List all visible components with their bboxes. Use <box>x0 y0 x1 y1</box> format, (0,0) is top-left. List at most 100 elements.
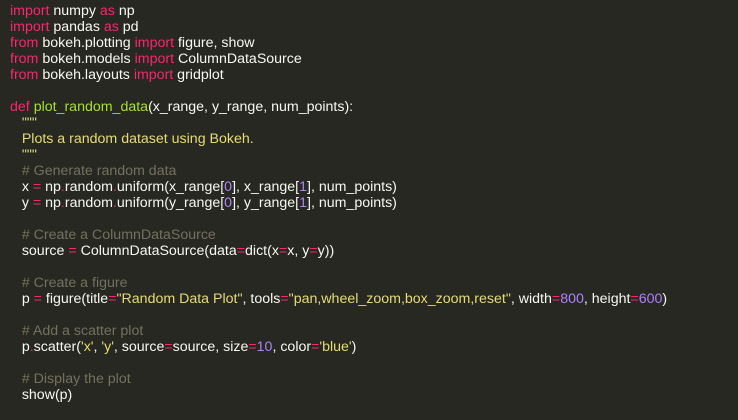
code-text: figure, show <box>174 35 255 51</box>
string-literal: "Random Data Plot" <box>116 291 243 307</box>
string-literal: """ <box>21 115 37 131</box>
string-literal: """ <box>21 147 37 163</box>
code-text: x <box>10 179 33 195</box>
keyword: import <box>133 67 174 83</box>
code-text: np <box>41 179 61 195</box>
keyword: = <box>630 291 639 307</box>
code-text: gridplot <box>173 67 224 83</box>
keyword: from <box>10 51 39 67</box>
string-literal: 'x' <box>80 339 94 355</box>
code-line[interactable]: import numpy as np <box>0 3 738 19</box>
string-literal: 'y' <box>101 339 114 355</box>
comment: # Add a scatter plot <box>21 323 144 339</box>
string-literal: Plots a random dataset using Bokeh. <box>21 131 254 147</box>
code-text: dict(x <box>245 243 279 259</box>
code-text: y <box>10 195 33 211</box>
keyword: = <box>32 179 42 195</box>
code-text: source <box>10 243 69 259</box>
code-line[interactable]: """ <box>0 115 738 131</box>
code-line[interactable] <box>0 307 738 323</box>
keyword: import <box>134 51 175 67</box>
code-text: (x_range, y_range, num_points): <box>148 99 354 115</box>
code-line[interactable]: source = ColumnDataSource(data=dict(x=x,… <box>0 243 738 259</box>
code-text: np <box>114 3 135 19</box>
code-text: figure(title <box>41 291 109 307</box>
code-line[interactable]: x = np.random.uniform(x_range[0], x_rang… <box>0 179 738 195</box>
code-text: ], num_points) <box>307 179 397 195</box>
code-line[interactable]: from bokeh.plotting import figure, show <box>0 35 738 51</box>
code-text: , height <box>583 291 631 307</box>
code-text: , source <box>113 339 165 355</box>
keyword: def <box>10 99 30 115</box>
code-text: ], num_points) <box>307 195 397 211</box>
code-text: x, y <box>287 243 310 259</box>
keyword: as <box>99 3 115 19</box>
keyword: = <box>551 291 561 307</box>
number-literal: 0 <box>224 195 233 211</box>
code-text: scatter( <box>33 339 81 355</box>
code-line[interactable] <box>0 83 738 99</box>
code-line[interactable]: show(p) <box>0 387 738 403</box>
code-text: uniform(x_range[ <box>116 179 225 195</box>
function-name: plot_random_data <box>33 99 149 115</box>
code-line[interactable]: """ <box>0 147 738 163</box>
code-line[interactable]: # Generate random data <box>0 163 738 179</box>
code-text: numpy <box>49 3 100 19</box>
code-text: p <box>10 291 34 307</box>
code-line[interactable]: from bokeh.layouts import gridplot <box>0 67 738 83</box>
code-line[interactable] <box>0 259 738 275</box>
code-text: np <box>41 195 61 211</box>
code-line[interactable]: y = np.random.uniform(y_range[0], y_rang… <box>0 195 738 211</box>
number-literal: 600 <box>638 291 663 307</box>
keyword: = <box>236 243 246 259</box>
code-line[interactable]: p = figure(title = "Random Data Plot", too… <box>0 291 738 307</box>
comment: # Create a figure <box>21 275 128 291</box>
comment: # Create a ColumnDataSource <box>21 227 216 243</box>
code-text: show(p) <box>10 387 73 403</box>
code-line[interactable]: import pandas as pd <box>0 19 738 35</box>
code-line[interactable]: from bokeh.models import ColumnDataSourc… <box>0 51 738 67</box>
code-text: , width <box>510 291 552 307</box>
code-text: source, size <box>172 339 249 355</box>
code-editor[interactable]: import numpy as np import pandas as pd fro… <box>0 0 738 420</box>
code-line[interactable] <box>0 355 738 371</box>
string-literal: 'blue' <box>319 339 352 355</box>
code-line[interactable]: # Create a ColumnDataSource <box>0 227 738 243</box>
code-text: ColumnDataSource <box>174 51 302 67</box>
code-line[interactable]: # Display the plot <box>0 371 738 387</box>
code-text: bokeh.plotting <box>38 35 135 51</box>
code-text: , tools <box>242 291 281 307</box>
number-literal: 800 <box>560 291 584 307</box>
code-line[interactable]: def plot_random_data(x_range, y_range, n… <box>0 99 738 115</box>
keyword: import <box>10 3 50 19</box>
code-text: pd <box>118 19 139 35</box>
keyword: = <box>280 291 289 307</box>
code-text: random <box>64 179 113 195</box>
code-text: ], x_range[ <box>232 179 300 195</box>
keyword: = <box>68 243 77 259</box>
code-line[interactable]: p.scatter('x', 'y', source=source, size=… <box>0 339 738 355</box>
code-line[interactable] <box>0 211 738 227</box>
code-line[interactable]: # Add a scatter plot <box>0 323 738 339</box>
keyword: from <box>10 35 39 51</box>
number-literal: 1 <box>299 179 307 195</box>
keyword: from <box>10 67 39 83</box>
keyword: = <box>164 339 173 355</box>
code-text: , color <box>272 339 312 355</box>
keyword: as <box>103 19 119 35</box>
code-line[interactable]: # Create a figure <box>0 275 738 291</box>
comment: # Generate random data <box>21 163 177 179</box>
code-text: ], y_range[ <box>232 195 300 211</box>
number-literal: 10 <box>256 339 273 355</box>
code-text: pandas <box>49 19 104 35</box>
string-literal: "pan,wheel_zoom,box_zoom,reset" <box>288 291 511 307</box>
code-line[interactable]: Plots a random dataset using Bokeh. <box>0 131 738 147</box>
keyword: import <box>10 19 50 35</box>
